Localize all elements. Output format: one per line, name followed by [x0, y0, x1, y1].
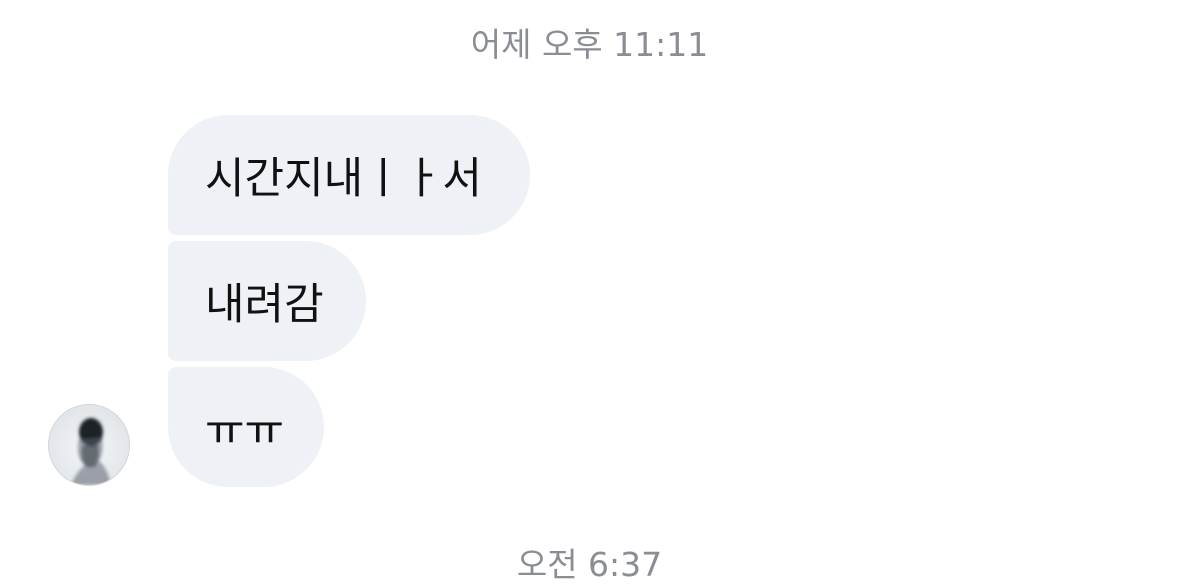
- timestamp-top: 어제 오후 11:11: [470, 25, 709, 64]
- message-bubble[interactable]: ㅠㅠ: [168, 367, 324, 487]
- sender-avatar[interactable]: [48, 404, 130, 486]
- timestamp-bottom: 오전 6:37: [516, 545, 663, 584]
- message-bubble[interactable]: 내려감: [168, 241, 366, 361]
- profile-photo-icon: [49, 405, 129, 485]
- message-bubble[interactable]: 시간지내ㅣㅏ서: [168, 115, 530, 235]
